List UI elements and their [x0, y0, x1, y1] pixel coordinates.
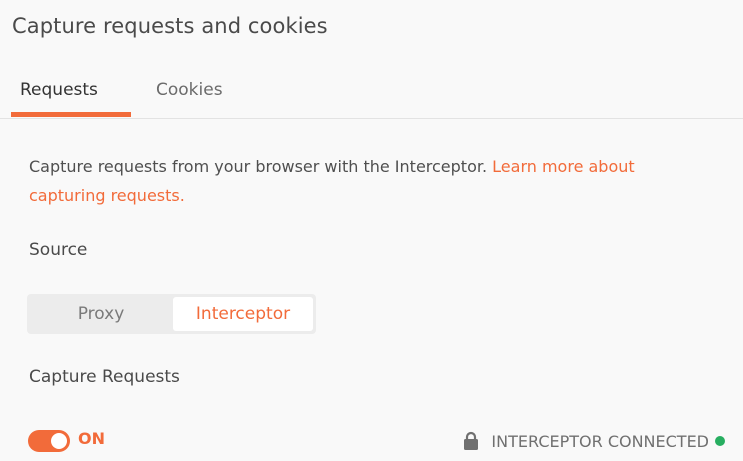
source-option-interceptor[interactable]: Interceptor: [173, 297, 313, 331]
source-selector: Proxy Interceptor: [27, 294, 316, 334]
capture-toggle[interactable]: [28, 430, 70, 452]
tab-cookies[interactable]: Cookies: [156, 80, 223, 100]
connection-status: INTERCEPTOR CONNECTED: [461, 431, 725, 451]
capture-panel: Capture requests and cookies Requests Co…: [0, 0, 743, 461]
toggle-knob: [51, 433, 67, 449]
description-text: Capture requests from your browser with …: [29, 157, 488, 176]
tab-requests[interactable]: Requests: [20, 80, 98, 100]
lock-icon: [461, 431, 481, 451]
source-label: Source: [29, 240, 88, 260]
toggle-state-label: ON: [78, 429, 105, 448]
connection-status-text: INTERCEPTOR CONNECTED: [491, 431, 709, 451]
status-dot-icon: [715, 436, 725, 446]
tab-bar: Requests Cookies: [0, 72, 743, 119]
description: Capture requests from your browser with …: [29, 152, 709, 210]
source-option-proxy[interactable]: Proxy: [30, 297, 172, 331]
capture-requests-label: Capture Requests: [29, 367, 180, 387]
panel-title: Capture requests and cookies: [12, 14, 328, 38]
active-tab-indicator: [11, 112, 131, 117]
